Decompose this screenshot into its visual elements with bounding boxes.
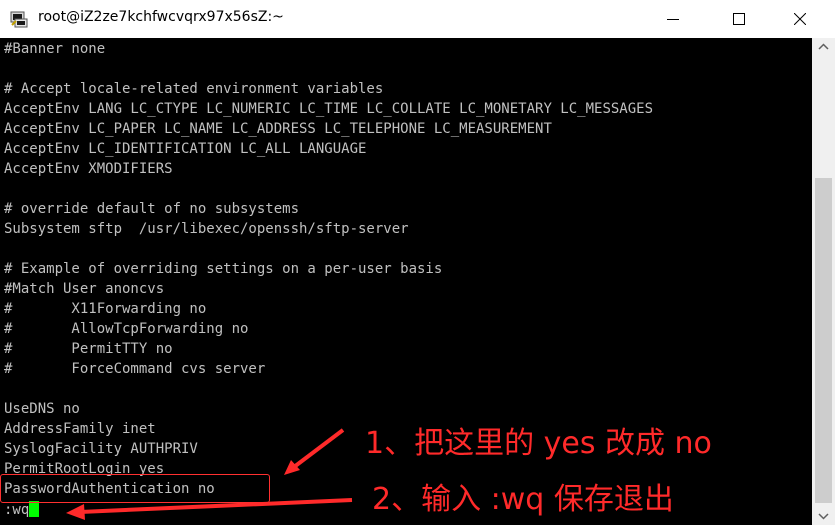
terminal-line: AcceptEnv LANG LC_CTYPE LC_NUMERIC LC_TI… [4,101,654,117]
terminal-line: AcceptEnv LC_PAPER LC_NAME LC_ADDRESS LC… [4,121,552,137]
terminal-line: AcceptEnv LC_IDENTIFICATION LC_ALL LANGU… [4,141,367,157]
scroll-up-button[interactable] [812,38,835,56]
terminal-line: # override default of no subsystems [4,201,300,217]
annotation-step-2: 2、输入 :wq 保存退出 [372,482,674,517]
scroll-down-button[interactable] [812,507,835,525]
command-text: :wq [4,502,30,518]
annotation-step-1: 1、把这里的 yes 改成 no [365,426,712,461]
minimize-button[interactable] [650,0,696,38]
terminal-line: Subsystem sftp /usr/libexec/openssh/sftp… [4,221,409,237]
terminal-line: UseDNS no [4,401,80,417]
terminal-line: # Accept locale-related environment vari… [4,81,384,97]
terminal-line: # ForceCommand cvs server [4,361,266,377]
command-line[interactable]: :wq [4,500,40,520]
title-bar: root@iZ2ze7kchfwcvqrx97x56sZ:~ [0,0,835,38]
scroll-thumb[interactable] [815,178,832,503]
scroll-up-arrow-icon [818,43,829,50]
vertical-scrollbar[interactable] [812,38,835,525]
terminal-line: #Match User anoncvs [4,281,165,297]
close-button[interactable] [777,0,823,38]
terminal-line: SyslogFacility AUTHPRIV [4,441,198,457]
scroll-down-arrow-icon [818,513,829,520]
terminal-line: AddressFamily inet [4,421,156,437]
terminal-line: # Example of overriding settings on a pe… [4,261,443,277]
close-icon [794,13,806,25]
terminal-line: # X11Forwarding no [4,301,207,317]
text-cursor [29,501,40,517]
maximize-icon [733,13,745,25]
highlight-box [0,474,270,503]
putty-terminal-icon[interactable] [10,10,28,28]
terminal-line: AcceptEnv XMODIFIERS [4,161,173,177]
terminal-line: #Banner none [4,41,106,57]
terminal-line: # AllowTcpForwarding no [4,321,249,337]
maximize-button[interactable] [716,0,762,38]
window-title: root@iZ2ze7kchfwcvqrx97x56sZ:~ [38,9,284,25]
terminal-line: # PermitTTY no [4,341,173,357]
minimize-icon [667,19,679,20]
